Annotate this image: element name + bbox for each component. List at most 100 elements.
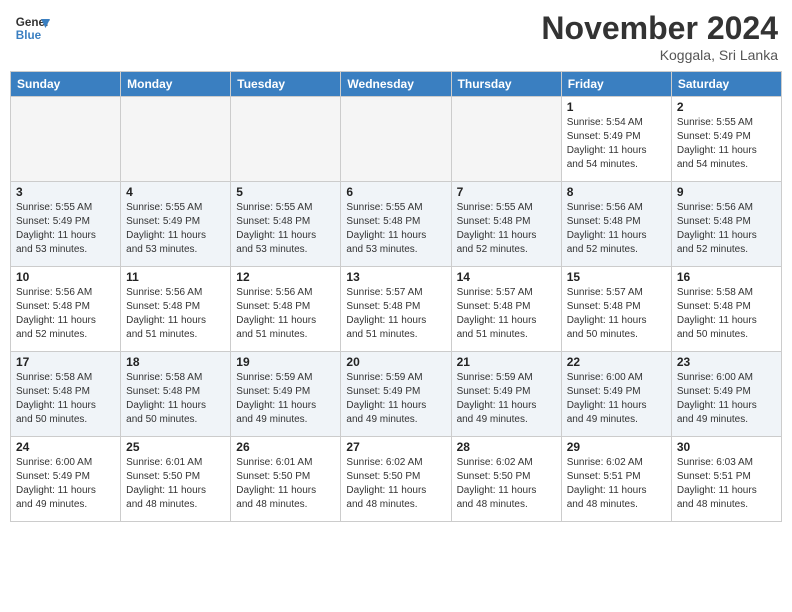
title-area: November 2024 Koggala, Sri Lanka — [541, 10, 778, 63]
day-info: Sunrise: 5:55 AM Sunset: 5:48 PM Dayligh… — [457, 201, 556, 257]
calendar-cell: 8 Sunrise: 5:56 AM Sunset: 5:48 PM Daylig… — [561, 182, 671, 267]
calendar-cell: 7 Sunrise: 5:55 AM Sunset: 5:48 PM Daylig… — [451, 182, 561, 267]
day-number: 9 — [677, 185, 776, 199]
day-number: 23 — [677, 355, 776, 369]
calendar-cell: 20 Sunrise: 5:59 AM Sunset: 5:49 PM Dayli… — [341, 352, 451, 437]
day-info: Sunrise: 5:56 AM Sunset: 5:48 PM Dayligh… — [16, 286, 115, 342]
day-info: Sunrise: 5:55 AM Sunset: 5:49 PM Dayligh… — [16, 201, 115, 257]
calendar-cell: 13Sunrise: 5:57 AM Sunset: 5:48 PM Dayli… — [341, 267, 451, 352]
day-number: 24 — [16, 440, 115, 454]
day-number: 16 — [677, 270, 776, 284]
calendar-week-row: 24 Sunrise: 6:00 AM Sunset: 5:49 PM Dayli… — [11, 437, 782, 522]
day-number: 6 — [346, 185, 445, 199]
calendar-cell: 18 Sunrise: 5:58 AM Sunset: 5:48 PM Dayli… — [121, 352, 231, 437]
day-info: Sunrise: 5:57 AM Sunset: 5:48 PM Dayligh… — [457, 286, 556, 342]
day-number: 22 — [567, 355, 666, 369]
calendar-cell: 3 Sunrise: 5:55 AM Sunset: 5:49 PM Daylig… — [11, 182, 121, 267]
day-info: Sunrise: 6:02 AM Sunset: 5:50 PM Dayligh… — [457, 456, 556, 512]
svg-text:Blue: Blue — [16, 29, 42, 42]
calendar-cell: 14 Sunrise: 5:57 AM Sunset: 5:48 PM Dayli… — [451, 267, 561, 352]
day-info: Sunrise: 5:58 AM Sunset: 5:48 PM Dayligh… — [16, 371, 115, 427]
calendar-cell: 23Sunrise: 6:00 AM Sunset: 5:49 PM Dayli… — [671, 352, 781, 437]
day-number: 15 — [567, 270, 666, 284]
col-header-tuesday: Tuesday — [231, 72, 341, 97]
calendar-cell: 24 Sunrise: 6:00 AM Sunset: 5:49 PM Dayli… — [11, 437, 121, 522]
day-number: 4 — [126, 185, 225, 199]
day-number: 27 — [346, 440, 445, 454]
day-info: Sunrise: 5:59 AM Sunset: 5:49 PM Dayligh… — [346, 371, 445, 427]
day-info: Sunrise: 6:02 AM Sunset: 5:51 PM Dayligh… — [567, 456, 666, 512]
day-number: 30 — [677, 440, 776, 454]
day-number: 3 — [16, 185, 115, 199]
calendar-cell: 19 Sunrise: 5:59 AM Sunset: 5:49 PM Dayli… — [231, 352, 341, 437]
day-number: 1 — [567, 100, 666, 114]
day-number: 20 — [346, 355, 445, 369]
calendar-cell: 28Sunrise: 6:02 AM Sunset: 5:50 PM Dayli… — [451, 437, 561, 522]
calendar-cell: 5 Sunrise: 5:55 AM Sunset: 5:48 PM Daylig… — [231, 182, 341, 267]
calendar-cell: 1 Sunrise: 5:54 AM Sunset: 5:49 PM Daylig… — [561, 97, 671, 182]
col-header-wednesday: Wednesday — [341, 72, 451, 97]
day-info: Sunrise: 5:58 AM Sunset: 5:48 PM Dayligh… — [126, 371, 225, 427]
day-info: Sunrise: 6:02 AM Sunset: 5:50 PM Dayligh… — [346, 456, 445, 512]
day-info: Sunrise: 6:00 AM Sunset: 5:49 PM Dayligh… — [567, 371, 666, 427]
col-header-friday: Friday — [561, 72, 671, 97]
calendar-cell: 30Sunrise: 6:03 AM Sunset: 5:51 PM Dayli… — [671, 437, 781, 522]
day-number: 17 — [16, 355, 115, 369]
calendar-cell: 9 Sunrise: 5:56 AM Sunset: 5:48 PM Daylig… — [671, 182, 781, 267]
calendar-cell: 2 Sunrise: 5:55 AM Sunset: 5:49 PM Daylig… — [671, 97, 781, 182]
day-number: 2 — [677, 100, 776, 114]
day-info: Sunrise: 5:57 AM Sunset: 5:48 PM Dayligh… — [346, 286, 445, 342]
calendar-cell: 11 Sunrise: 5:56 AM Sunset: 5:48 PM Dayli… — [121, 267, 231, 352]
day-number: 29 — [567, 440, 666, 454]
day-info: Sunrise: 5:56 AM Sunset: 5:48 PM Dayligh… — [126, 286, 225, 342]
day-number: 11 — [126, 270, 225, 284]
calendar-cell: 6 Sunrise: 5:55 AM Sunset: 5:48 PM Daylig… — [341, 182, 451, 267]
calendar-header-row: SundayMondayTuesdayWednesdayThursdayFrid… — [11, 72, 782, 97]
col-header-monday: Monday — [121, 72, 231, 97]
calendar-cell: 15 Sunrise: 5:57 AM Sunset: 5:48 PM Dayli… — [561, 267, 671, 352]
calendar-cell: 4 Sunrise: 5:55 AM Sunset: 5:49 PM Daylig… — [121, 182, 231, 267]
logo-icon: General Blue — [14, 10, 50, 46]
calendar-week-row: 1 Sunrise: 5:54 AM Sunset: 5:49 PM Daylig… — [11, 97, 782, 182]
location: Koggala, Sri Lanka — [541, 47, 778, 63]
day-number: 18 — [126, 355, 225, 369]
calendar-cell — [451, 97, 561, 182]
day-info: Sunrise: 5:54 AM Sunset: 5:49 PM Dayligh… — [567, 116, 666, 172]
calendar-week-row: 17 Sunrise: 5:58 AM Sunset: 5:48 PM Dayli… — [11, 352, 782, 437]
day-info: Sunrise: 5:55 AM Sunset: 5:49 PM Dayligh… — [126, 201, 225, 257]
calendar-cell: 17 Sunrise: 5:58 AM Sunset: 5:48 PM Dayli… — [11, 352, 121, 437]
day-info: Sunrise: 6:01 AM Sunset: 5:50 PM Dayligh… — [236, 456, 335, 512]
day-number: 8 — [567, 185, 666, 199]
day-info: Sunrise: 5:55 AM Sunset: 5:49 PM Dayligh… — [677, 116, 776, 172]
day-info: Sunrise: 5:55 AM Sunset: 5:48 PM Dayligh… — [236, 201, 335, 257]
calendar-cell — [11, 97, 121, 182]
calendar-cell: 29 Sunrise: 6:02 AM Sunset: 5:51 PM Dayli… — [561, 437, 671, 522]
day-info: Sunrise: 5:56 AM Sunset: 5:48 PM Dayligh… — [677, 201, 776, 257]
day-number: 7 — [457, 185, 556, 199]
page-header: General Blue November 2024 Koggala, Sri … — [10, 10, 782, 63]
col-header-thursday: Thursday — [451, 72, 561, 97]
day-info: Sunrise: 6:00 AM Sunset: 5:49 PM Dayligh… — [16, 456, 115, 512]
month-title: November 2024 — [541, 10, 778, 47]
day-info: Sunrise: 5:55 AM Sunset: 5:48 PM Dayligh… — [346, 201, 445, 257]
logo: General Blue — [14, 10, 50, 46]
day-number: 5 — [236, 185, 335, 199]
day-info: Sunrise: 5:59 AM Sunset: 5:49 PM Dayligh… — [236, 371, 335, 427]
day-info: Sunrise: 5:56 AM Sunset: 5:48 PM Dayligh… — [567, 201, 666, 257]
calendar-week-row: 10Sunrise: 5:56 AM Sunset: 5:48 PM Dayli… — [11, 267, 782, 352]
day-info: Sunrise: 5:56 AM Sunset: 5:48 PM Dayligh… — [236, 286, 335, 342]
day-number: 19 — [236, 355, 335, 369]
day-info: Sunrise: 6:01 AM Sunset: 5:50 PM Dayligh… — [126, 456, 225, 512]
calendar-cell: 27 Sunrise: 6:02 AM Sunset: 5:50 PM Dayli… — [341, 437, 451, 522]
calendar-cell: 16Sunrise: 5:58 AM Sunset: 5:48 PM Dayli… — [671, 267, 781, 352]
day-number: 21 — [457, 355, 556, 369]
calendar-cell: 10Sunrise: 5:56 AM Sunset: 5:48 PM Dayli… — [11, 267, 121, 352]
day-info: Sunrise: 5:59 AM Sunset: 5:49 PM Dayligh… — [457, 371, 556, 427]
day-info: Sunrise: 5:57 AM Sunset: 5:48 PM Dayligh… — [567, 286, 666, 342]
col-header-sunday: Sunday — [11, 72, 121, 97]
day-number: 12 — [236, 270, 335, 284]
calendar-cell — [231, 97, 341, 182]
day-number: 14 — [457, 270, 556, 284]
calendar-week-row: 3 Sunrise: 5:55 AM Sunset: 5:49 PM Daylig… — [11, 182, 782, 267]
calendar-cell: 22 Sunrise: 6:00 AM Sunset: 5:49 PM Dayli… — [561, 352, 671, 437]
